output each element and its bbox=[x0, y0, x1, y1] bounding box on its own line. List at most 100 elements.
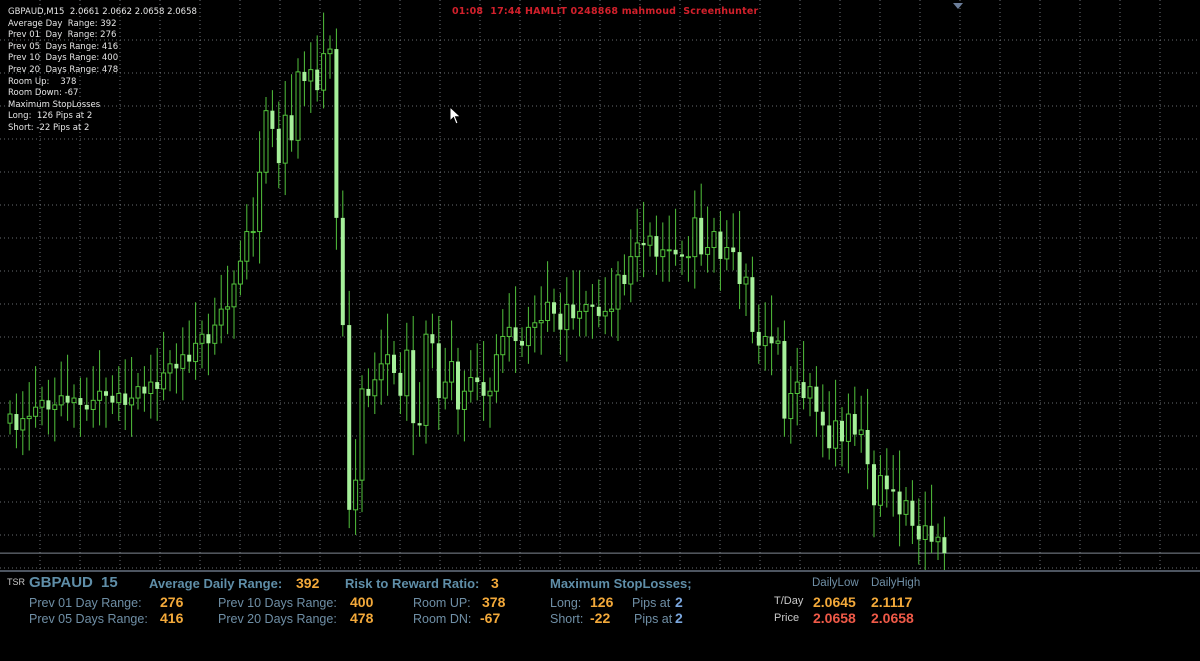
prev20-label: Prev 20 Days Range: bbox=[218, 612, 337, 626]
info-line: Prev 20 Days Range: 478 bbox=[8, 64, 119, 75]
tday-low-value: 2.0645 bbox=[813, 594, 856, 610]
candle-body bbox=[564, 304, 570, 331]
candle-body bbox=[84, 404, 89, 410]
candle-body bbox=[449, 361, 455, 383]
candle-body bbox=[78, 398, 83, 405]
room-dn-value: -67 bbox=[480, 610, 501, 626]
candle-body bbox=[922, 525, 928, 540]
candle-body bbox=[237, 260, 243, 285]
max-stoplosses-label: Maximum StopLosses; bbox=[550, 576, 692, 591]
candle-body bbox=[845, 413, 851, 442]
candle-body bbox=[872, 464, 876, 506]
panel-period: 15 bbox=[101, 574, 118, 591]
candle-body bbox=[71, 397, 77, 404]
candle-body bbox=[628, 256, 634, 285]
candle-body bbox=[942, 537, 947, 554]
panel-symbol: GBPAUD bbox=[29, 574, 93, 591]
info-line: Room Up: 378 bbox=[8, 76, 77, 87]
candle-body bbox=[884, 475, 889, 490]
candle-body bbox=[673, 249, 678, 255]
prev05-label: Prev 05 Days Range: bbox=[29, 612, 148, 626]
candle-body bbox=[609, 308, 615, 312]
candle-body bbox=[33, 406, 39, 417]
room-up-value: 378 bbox=[482, 594, 506, 610]
info-line: Maximum StopLosses bbox=[8, 99, 101, 110]
candle-body bbox=[590, 304, 595, 307]
candle-body bbox=[615, 274, 621, 310]
candle-body bbox=[852, 414, 857, 435]
candle-body bbox=[327, 48, 333, 55]
candle-body bbox=[270, 110, 275, 129]
candle-body bbox=[641, 242, 646, 246]
long-label: Long: bbox=[550, 596, 582, 610]
candle-body bbox=[359, 388, 365, 481]
candle-body bbox=[302, 71, 307, 82]
candle-body bbox=[782, 341, 787, 419]
info-line: Short: -22 Pips at 2 bbox=[8, 122, 90, 133]
candle-body bbox=[289, 115, 294, 141]
candle-body bbox=[104, 391, 108, 396]
candle-body bbox=[840, 420, 844, 442]
prev01-label: Prev 01 Day Range: bbox=[29, 596, 142, 610]
info-line: Room Down: -67 bbox=[8, 88, 79, 99]
info-line: Prev 10 Days Range: 400 bbox=[8, 53, 119, 64]
price-high-value: 2.0658 bbox=[871, 610, 914, 626]
candle-body bbox=[123, 393, 128, 405]
candle-body bbox=[807, 386, 813, 399]
candle-body bbox=[52, 404, 58, 410]
candle-body bbox=[545, 301, 551, 322]
chart-shift-marker-icon[interactable] bbox=[953, 3, 963, 9]
candle-body bbox=[135, 386, 141, 399]
tday-label: T/Day bbox=[774, 595, 804, 607]
candle-body bbox=[155, 382, 160, 389]
candle-body bbox=[308, 69, 314, 82]
candle-body bbox=[20, 418, 26, 431]
candle-body bbox=[353, 479, 359, 511]
candle-body bbox=[315, 69, 320, 91]
price-label: Price bbox=[774, 612, 800, 624]
candle-body bbox=[552, 302, 556, 314]
candle-body bbox=[174, 363, 179, 369]
candle-body bbox=[558, 313, 563, 330]
candle-body bbox=[513, 327, 518, 342]
candle-body bbox=[58, 395, 64, 406]
daily-high-label: DailyHigh bbox=[871, 577, 921, 589]
candle-body bbox=[340, 217, 345, 326]
candle-body bbox=[705, 247, 711, 255]
short-pips-at-value: 2 bbox=[675, 610, 683, 626]
candle-body bbox=[506, 326, 512, 337]
candle-body bbox=[110, 395, 115, 403]
top-banner-text: 01:08 17:44 HAMLIT 0248868 mahmoud Scree… bbox=[452, 6, 759, 17]
candle-body bbox=[206, 334, 211, 344]
candle-body bbox=[46, 400, 51, 410]
candle-body bbox=[167, 363, 173, 374]
candle-body bbox=[654, 236, 659, 257]
candle-body bbox=[180, 354, 186, 369]
tsr-tag: TSR bbox=[7, 577, 25, 587]
candle-body bbox=[475, 377, 480, 383]
candle-body bbox=[827, 425, 832, 449]
prev05-value: 416 bbox=[160, 610, 184, 626]
short-label: Short: bbox=[550, 612, 584, 626]
candle-body bbox=[903, 500, 909, 515]
candle-body bbox=[538, 320, 544, 324]
candle-body bbox=[398, 372, 403, 396]
candle-body bbox=[583, 304, 589, 312]
candle-body bbox=[212, 324, 218, 344]
candle-body bbox=[142, 386, 147, 394]
candle-body bbox=[385, 354, 391, 365]
info-line: Long: 126 Pips at 2 bbox=[8, 111, 93, 122]
candle-body bbox=[532, 322, 538, 328]
candle-body bbox=[711, 231, 717, 249]
candle-body bbox=[187, 354, 192, 362]
candle-body bbox=[7, 413, 13, 424]
candle-body bbox=[525, 326, 531, 347]
candle-body bbox=[577, 310, 583, 319]
long-pips-at-label: Pips at bbox=[632, 596, 671, 610]
candle-body bbox=[282, 114, 288, 164]
candle-body bbox=[417, 423, 422, 426]
candle-body bbox=[392, 354, 396, 373]
candle-body bbox=[493, 354, 499, 392]
candle-body bbox=[39, 399, 45, 408]
candle-body bbox=[14, 414, 19, 430]
